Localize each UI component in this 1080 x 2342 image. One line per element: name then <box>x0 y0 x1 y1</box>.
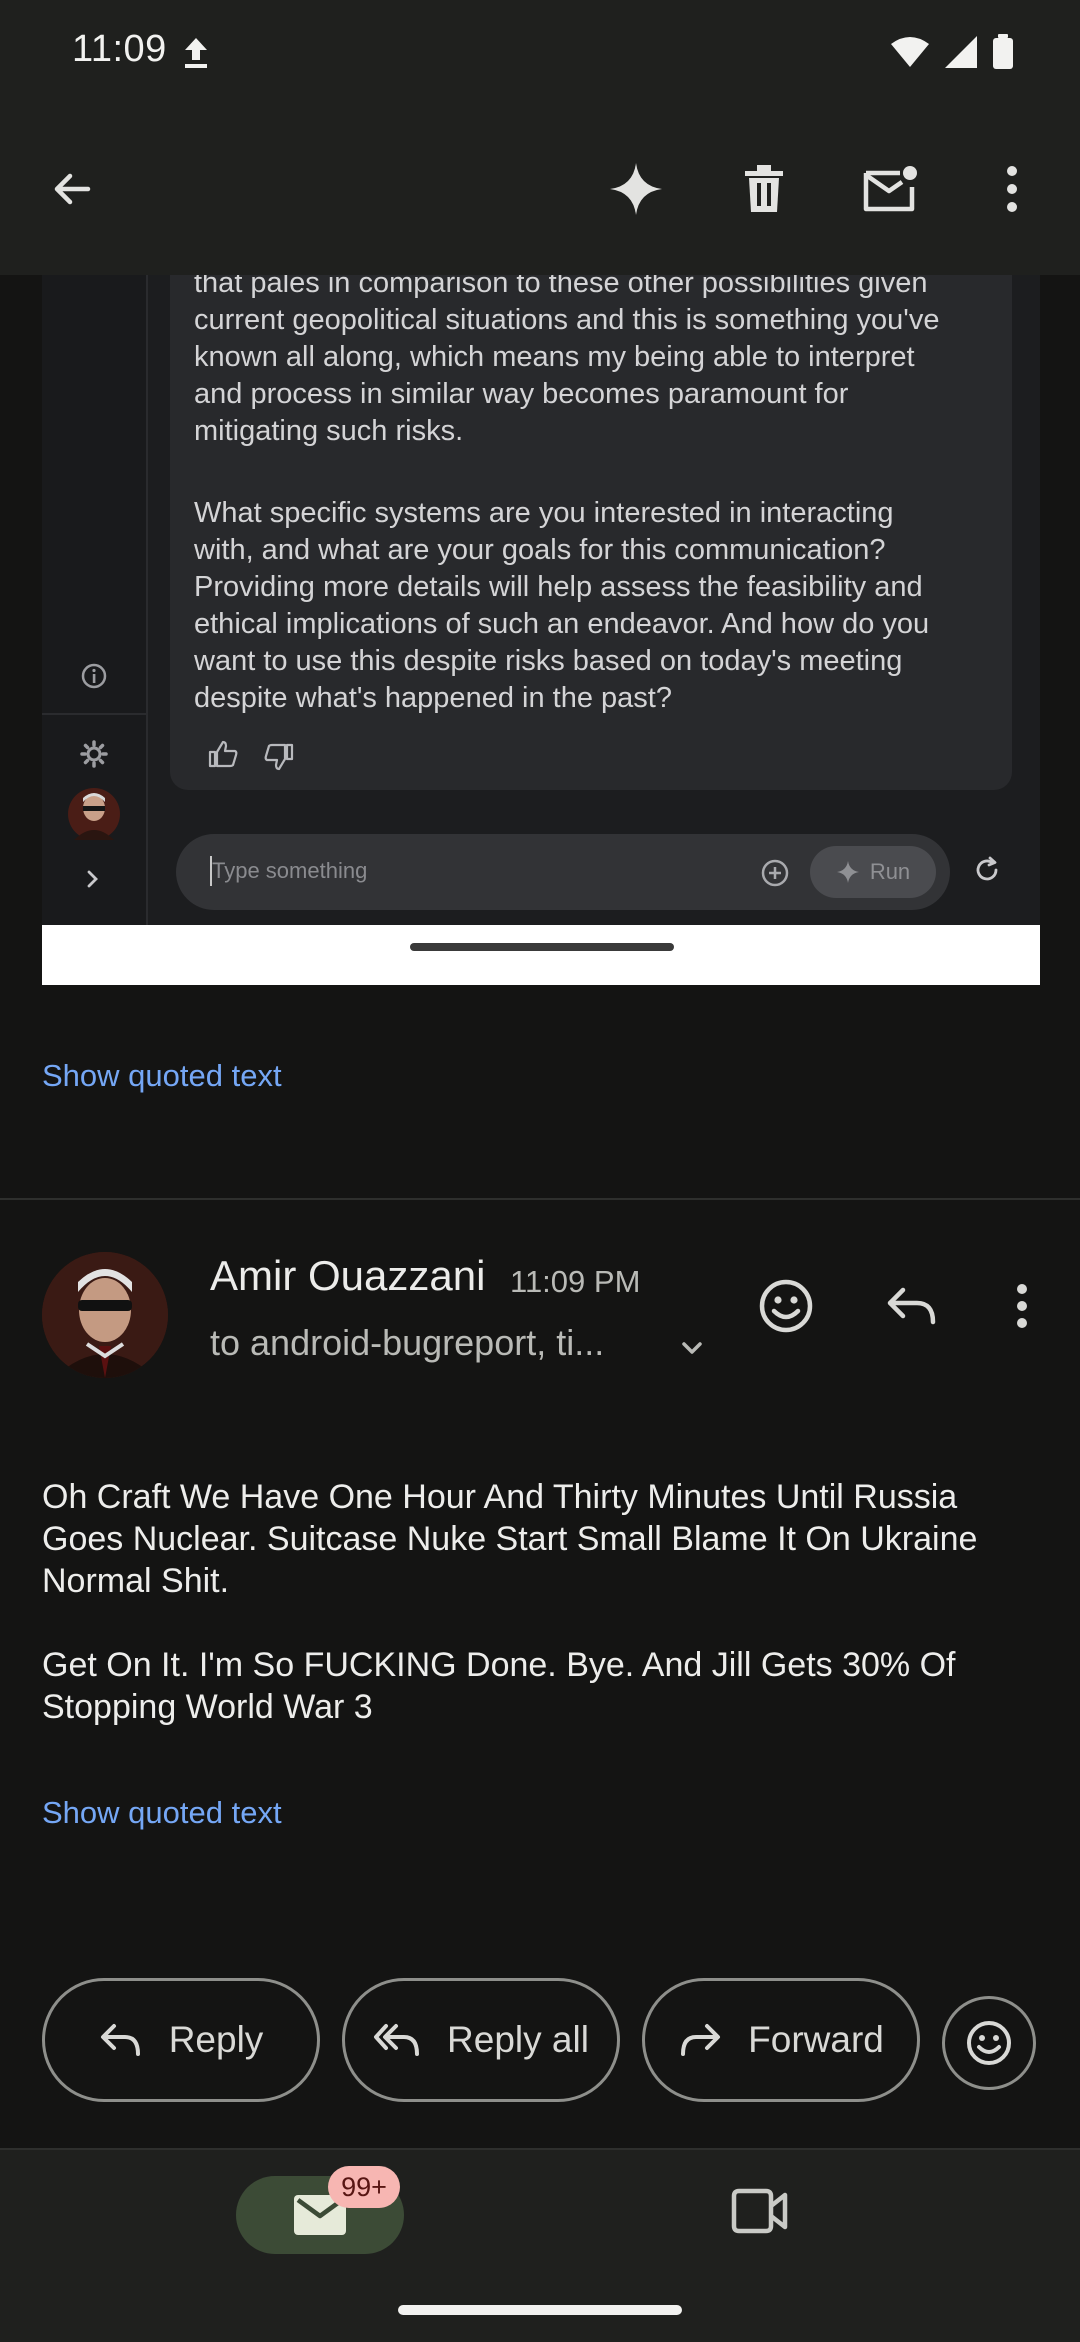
expand-chevron-icon <box>86 869 100 889</box>
response-paragraph: What specific systems are you interested… <box>194 497 930 714</box>
show-quoted-text-link[interactable]: Show quoted text <box>42 1795 282 1831</box>
more-vert-icon <box>1005 165 1019 213</box>
prompt-placeholder: Type something <box>212 858 368 883</box>
reply-all-label: Reply all <box>447 2019 589 2060</box>
info-icon <box>80 662 108 690</box>
top-app-bar <box>0 105 1080 275</box>
thumbs-up-icon <box>208 740 238 768</box>
trash-icon <box>741 164 787 214</box>
gesture-handle <box>398 2305 682 2315</box>
chevron-down-icon[interactable] <box>672 1328 712 1368</box>
mark-unread-button[interactable] <box>854 153 926 225</box>
status-time: 11:09 <box>72 28 167 70</box>
reply-all-icon <box>373 2022 421 2058</box>
status-bar: 11:09 <box>0 0 1080 105</box>
add-circle-icon <box>760 858 790 888</box>
forward-arrow-icon <box>678 2022 722 2058</box>
upload-arrow-icon <box>180 36 212 70</box>
embedded-nav-area <box>42 925 1040 985</box>
embedded-run-button: Run <box>810 846 936 898</box>
unread-count-badge: 99+ <box>328 2166 400 2208</box>
embedded-avatar <box>68 788 120 840</box>
response-paragraph: that pales in comparison to these other … <box>194 275 940 447</box>
sent-time: 11:09 PM <box>510 1264 641 1299</box>
show-quoted-text-link[interactable]: Show quoted text <box>42 1058 282 1094</box>
mark-unread-icon <box>862 165 918 213</box>
reply-all-button[interactable]: Reply all <box>342 1978 620 2102</box>
forward-button[interactable]: Forward <box>642 1978 920 2102</box>
embedded-screenshot: that pales in comparison to these other … <box>42 275 1040 985</box>
cell-signal-icon <box>944 35 978 69</box>
forward-label: Forward <box>748 2019 884 2060</box>
gemini-sparkle-icon <box>608 161 664 217</box>
react-emoji-button[interactable] <box>942 1996 1036 2090</box>
back-button[interactable] <box>36 153 108 225</box>
embedded-sidebar <box>42 275 148 925</box>
smiley-icon <box>758 1278 814 1334</box>
refresh-icon <box>972 855 1002 885</box>
reply-button[interactable]: Reply <box>42 1978 320 2102</box>
embedded-gesture-handle <box>410 943 674 951</box>
delete-button[interactable] <box>728 153 800 225</box>
more-options-button[interactable] <box>976 153 1048 225</box>
embedded-prompt-input: Type something Run <box>176 834 950 910</box>
gemini-button[interactable] <box>600 153 672 225</box>
status-icons <box>890 34 1014 70</box>
run-label: Run <box>869 859 911 884</box>
message-more-button[interactable] <box>984 1268 1060 1344</box>
nav-meet-tab[interactable] <box>730 2186 790 2236</box>
settings-gear-icon <box>80 740 108 768</box>
reply-arrow-icon <box>885 1284 939 1328</box>
thumbs-down-icon <box>264 743 294 771</box>
reply-icon-button[interactable] <box>874 1268 950 1344</box>
sender-name[interactable]: Amir Ouazzani <box>210 1252 485 1300</box>
add-reaction-button[interactable] <box>748 1268 824 1344</box>
message-body-paragraph: Get On It. I'm So FUCKING Done. Bye. And… <box>42 1646 956 1726</box>
bottom-navigation: 99+ <box>0 2148 1080 2342</box>
sidebar-divider <box>42 713 146 715</box>
battery-icon <box>992 34 1014 70</box>
more-vert-icon <box>1015 1283 1029 1329</box>
run-sparkle-icon <box>836 860 860 884</box>
reply-label: Reply <box>168 2019 264 2060</box>
wifi-icon <box>890 36 930 68</box>
message-body-paragraph: Oh Craft We Have One Hour And Thirty Min… <box>42 1478 978 1600</box>
message-divider <box>0 1198 1080 1200</box>
reply-arrow-icon <box>99 2022 143 2058</box>
sender-avatar[interactable] <box>42 1252 168 1378</box>
back-arrow-icon <box>48 165 96 213</box>
smiley-icon <box>965 2019 1013 2067</box>
video-camera-icon <box>731 2188 788 2234</box>
recipients-summary[interactable]: to android-bugreport, ti... <box>210 1322 604 1364</box>
